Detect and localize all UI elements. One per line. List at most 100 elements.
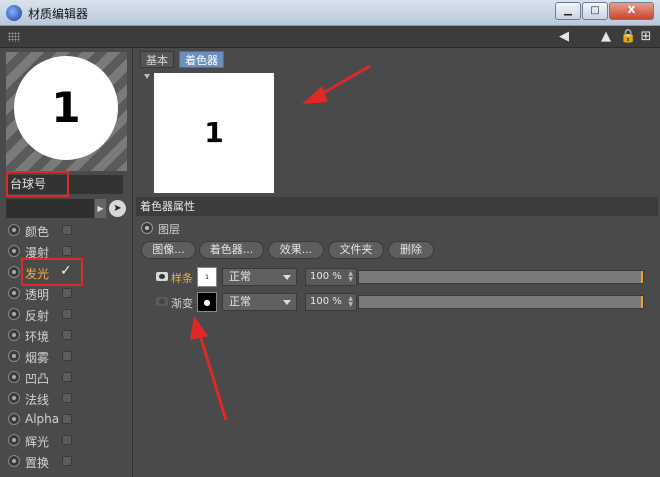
channel-radio[interactable] — [8, 266, 20, 278]
channel-radio[interactable] — [8, 371, 20, 383]
chevron-down-icon — [283, 300, 291, 305]
channel-glow[interactable]: 辉光 — [6, 431, 78, 451]
layer-thumbnail[interactable]: ● — [197, 292, 217, 312]
shader-button[interactable]: 着色器... — [199, 241, 264, 259]
tab-shader[interactable]: 着色器 — [179, 51, 224, 68]
channel-radio[interactable] — [8, 413, 20, 425]
channel-checkbox[interactable] — [62, 351, 72, 361]
channel-label: 环境 — [25, 330, 50, 344]
channel-radio[interactable] — [8, 434, 20, 446]
opacity-value: 100 % — [310, 271, 342, 282]
channel-radio[interactable] — [8, 245, 20, 257]
channel-checkbox[interactable] — [62, 309, 72, 319]
channel-alpha[interactable]: Alpha — [6, 410, 78, 430]
channel-radio[interactable] — [8, 392, 20, 404]
lock-icon[interactable]: 🔒 — [620, 29, 636, 45]
opacity-input[interactable]: 100 % ▲ ▼ — [305, 268, 357, 286]
channel-radio[interactable] — [8, 329, 20, 341]
folder-button[interactable]: 文件夹 — [328, 241, 384, 259]
channel-checkbox[interactable] — [62, 372, 72, 382]
window-title: 材质编辑器 — [28, 7, 89, 21]
opacity-value: 100 % — [310, 296, 342, 307]
channel-label: 烟雾 — [25, 351, 50, 365]
channel-radio[interactable] — [8, 224, 20, 236]
material-link-field[interactable] — [6, 199, 94, 218]
back-arrow-icon[interactable]: ◀ — [556, 29, 572, 45]
title-bar: 材质编辑器 ▁ □ X — [0, 0, 660, 26]
channel-checkbox[interactable] — [62, 225, 72, 235]
tab-basic[interactable]: 基本 — [140, 51, 174, 68]
spinner-icon[interactable]: ▲ ▼ — [348, 296, 353, 308]
picker-cursor-icon[interactable]: ➤ — [109, 200, 126, 217]
slider-handle[interactable] — [641, 296, 643, 308]
opacity-input[interactable]: 100 % ▲ ▼ — [305, 293, 357, 311]
image-button[interactable]: 图像... — [141, 241, 196, 259]
material-preview[interactable]: 1 — [6, 52, 127, 171]
channel-radio[interactable] — [8, 287, 20, 299]
channel-radio[interactable] — [8, 350, 20, 362]
channel-fog[interactable]: 烟雾 — [6, 347, 78, 367]
blend-mode-select[interactable]: 正常 — [222, 293, 297, 311]
annotation-box-luminance — [21, 258, 83, 286]
channel-label: 辉光 — [25, 435, 50, 449]
opacity-slider[interactable] — [358, 270, 644, 284]
cinema4d-icon — [6, 5, 22, 21]
annotation-box-name — [6, 171, 69, 197]
channel-checkbox[interactable] — [62, 330, 72, 340]
channel-label: 凹凸 — [25, 372, 50, 386]
expand-arrow-icon[interactable]: ▶ — [95, 199, 106, 218]
layer-thumbnail[interactable]: 1 — [197, 267, 217, 287]
channel-radio[interactable] — [8, 455, 20, 467]
minimize-button[interactable]: ▁ — [555, 2, 581, 20]
channel-transparency[interactable]: 透明 — [6, 284, 78, 304]
grip-icon[interactable] — [8, 32, 20, 42]
channel-checkbox[interactable] — [62, 288, 72, 298]
blend-mode-select[interactable]: 正常 — [222, 268, 297, 286]
new-window-icon[interactable]: ⊞ — [638, 29, 654, 45]
chevron-down-icon — [283, 275, 291, 280]
channel-checkbox[interactable] — [62, 393, 72, 403]
layer-name: 样条 — [171, 272, 193, 285]
channel-label: 颜色 — [25, 225, 50, 239]
blend-mode-value: 正常 — [229, 270, 251, 283]
blend-mode-value: 正常 — [229, 295, 251, 308]
channel-bump[interactable]: 凹凸 — [6, 368, 78, 388]
editor-toolbar: ◀ ▲ 🔒 ⊞ — [0, 26, 660, 48]
preview-ball: 1 — [14, 56, 118, 160]
channel-normal[interactable]: 法线 — [6, 389, 78, 409]
channel-checkbox[interactable] — [62, 456, 72, 466]
channel-label: 透明 — [25, 288, 50, 302]
layer-name: 渐变 — [171, 297, 193, 310]
channel-checkbox[interactable] — [62, 414, 72, 424]
channel-color[interactable]: 颜色 — [6, 221, 78, 241]
delete-button[interactable]: 删除 — [388, 241, 434, 259]
channel-environment[interactable]: 环境 — [6, 326, 78, 346]
spinner-icon[interactable]: ▲ ▼ — [348, 271, 353, 283]
channel-label: 反射 — [25, 309, 50, 323]
pointer-up-icon[interactable]: ▲ — [598, 29, 614, 45]
channel-label: Alpha — [25, 412, 60, 426]
shader-panel: 基本 着色器 1 着色器属性 图层 图像... 着色器... 效果... 文件夹… — [134, 48, 660, 477]
layer-row-gradient[interactable]: 渐变 ● 正常 100 % ▲ ▼ — [152, 292, 644, 314]
channel-label: 法线 — [25, 393, 50, 407]
slider-handle[interactable] — [641, 271, 643, 283]
layer-label: 图层 — [158, 223, 180, 236]
maximize-button[interactable]: □ — [582, 2, 608, 20]
layer-radio[interactable] — [141, 222, 153, 234]
channel-radio[interactable] — [8, 308, 20, 320]
shader-preview: 1 — [154, 73, 274, 193]
material-sidebar: 1 台球号 ▶ ➤ 颜色 漫射 发光 ✓ 透明 反射 环境 烟雾 凹凸 法线 A… — [0, 48, 133, 477]
visibility-eye-icon[interactable] — [156, 297, 168, 306]
effect-button[interactable]: 效果... — [268, 241, 324, 259]
collapse-triangle-icon[interactable] — [144, 74, 150, 79]
channel-checkbox[interactable] — [62, 435, 72, 445]
channel-displacement[interactable]: 置换 — [6, 452, 78, 472]
close-button[interactable]: X — [609, 2, 654, 20]
opacity-slider[interactable] — [358, 295, 644, 309]
channel-reflection[interactable]: 反射 — [6, 305, 78, 325]
channel-label: 置换 — [25, 456, 50, 470]
section-shader-properties: 着色器属性 — [136, 197, 658, 216]
visibility-eye-icon[interactable] — [156, 272, 168, 281]
channel-checkbox[interactable] — [62, 246, 72, 256]
layer-row-spline[interactable]: 样条 1 正常 100 % ▲ ▼ — [152, 267, 644, 289]
